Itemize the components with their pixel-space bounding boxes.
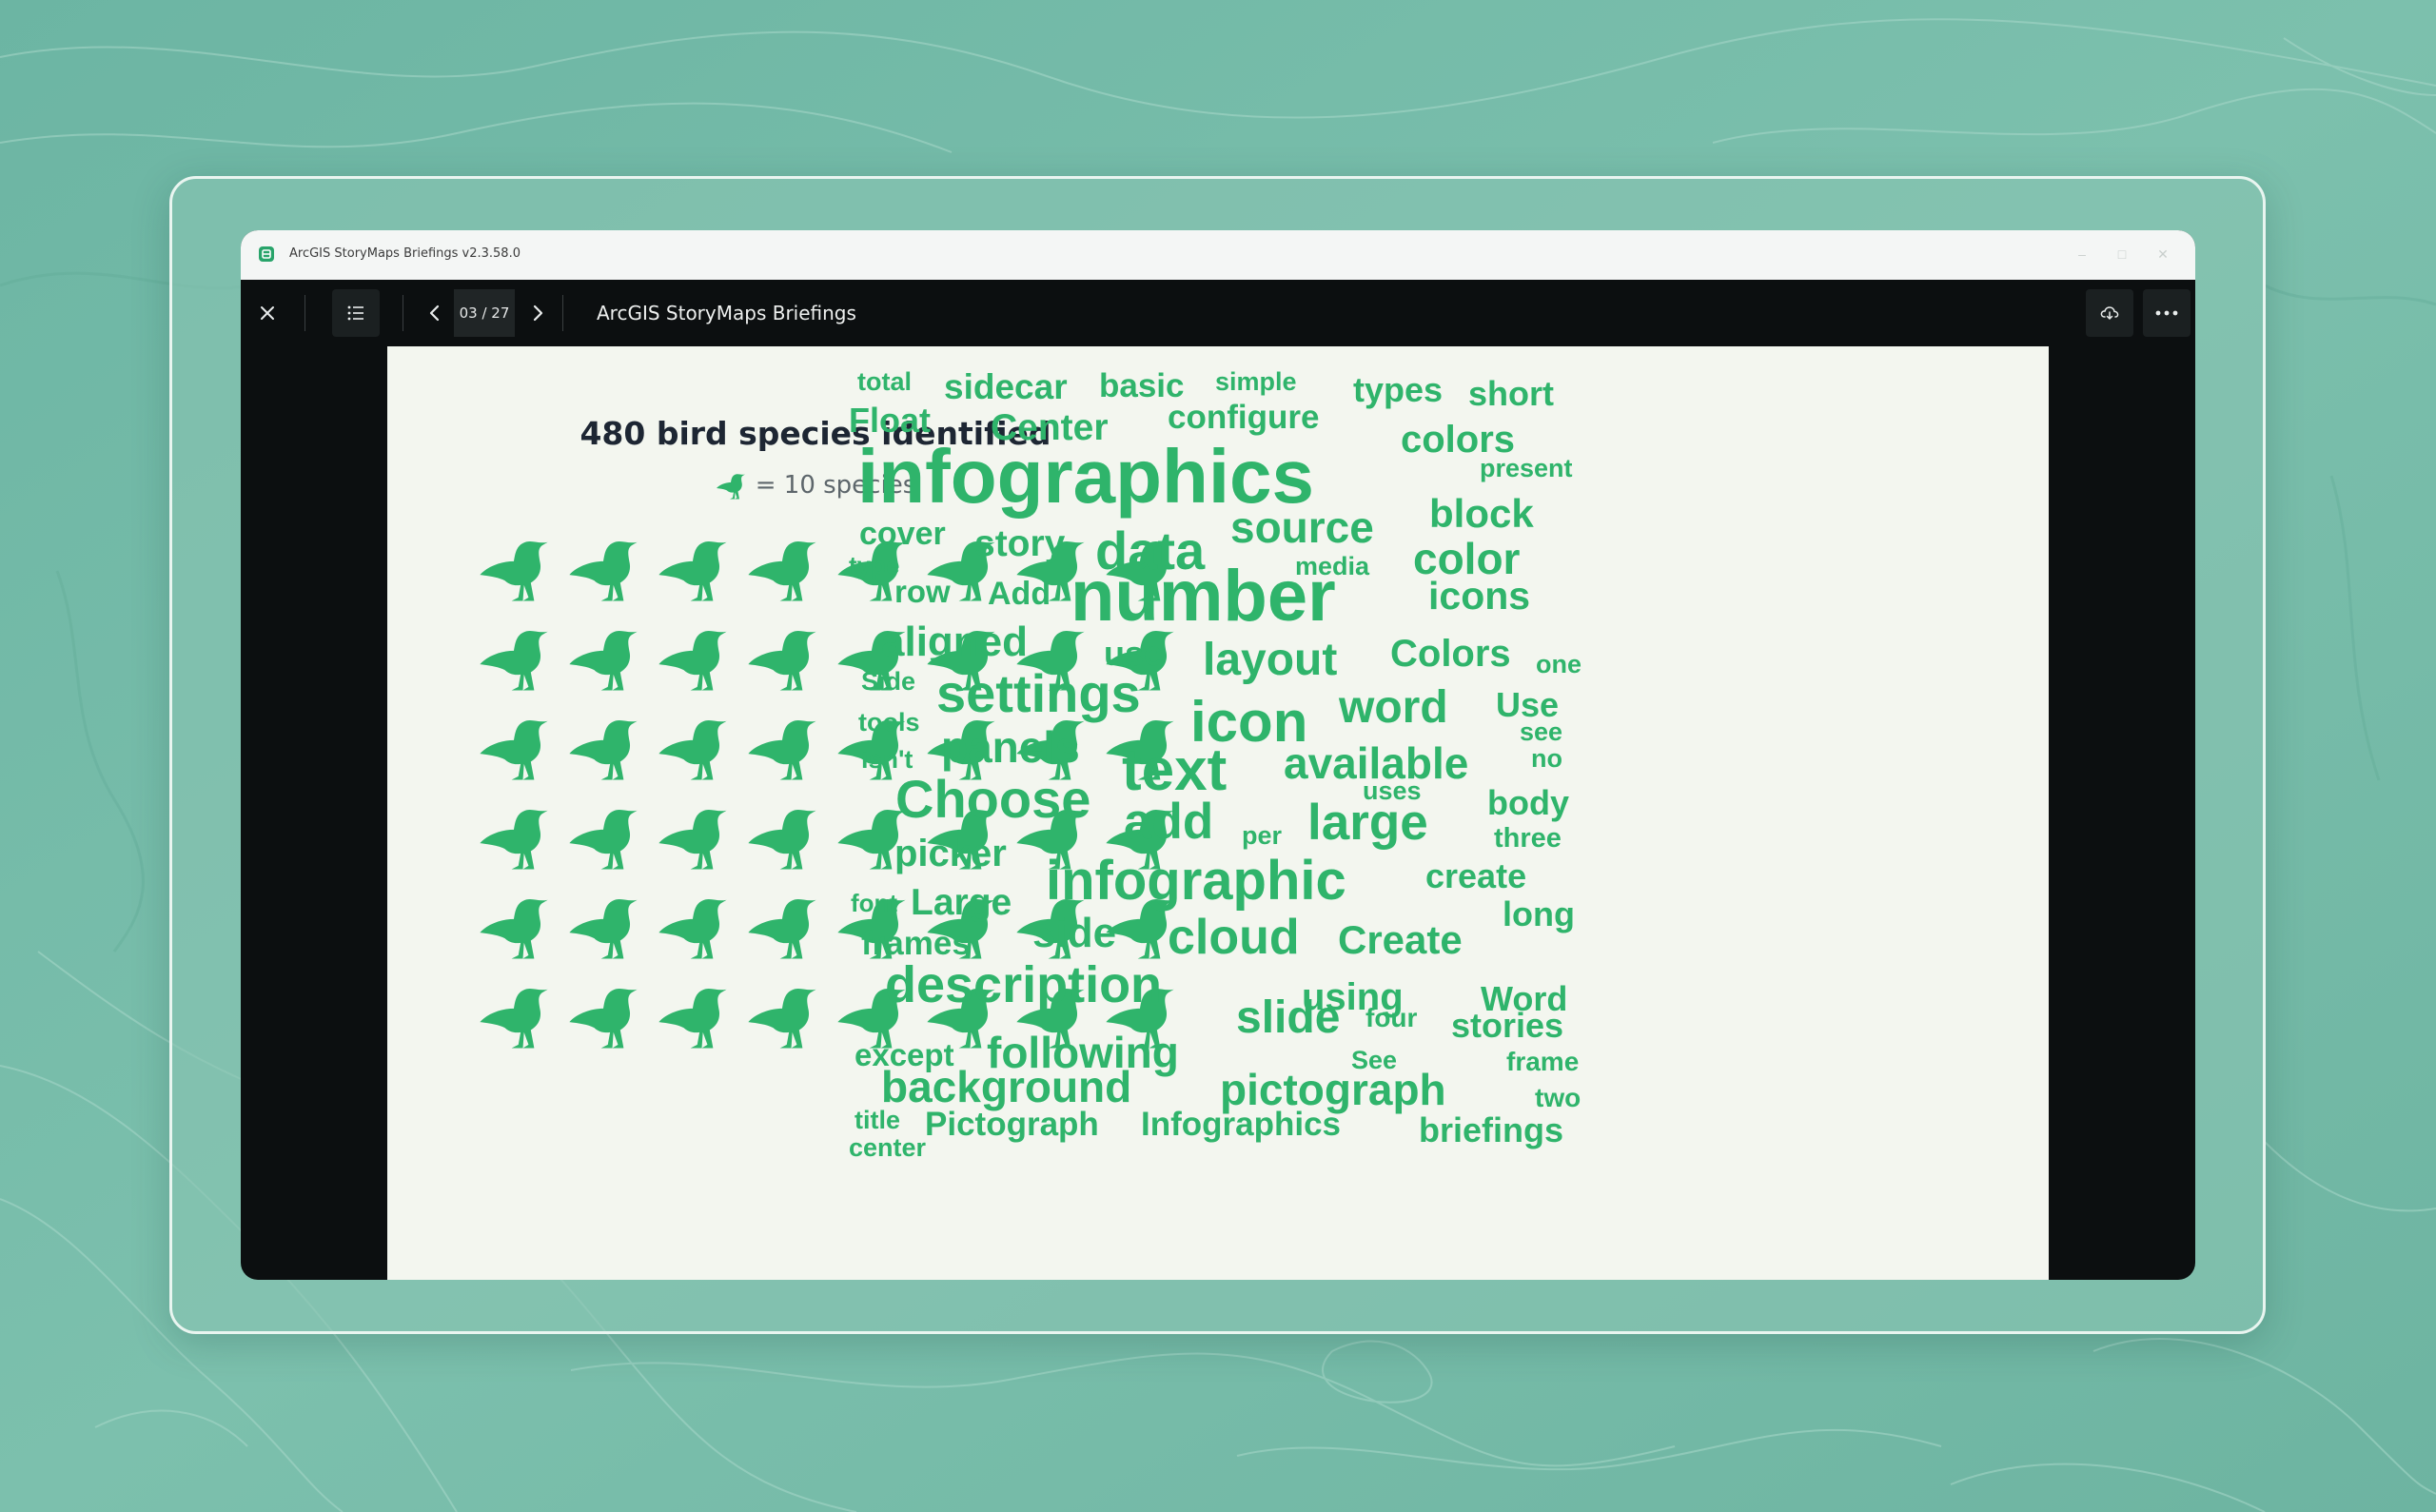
wordcloud-word: types xyxy=(1353,370,1444,409)
wordcloud-word: panels xyxy=(941,722,1080,772)
wordcloud-word: short xyxy=(1468,374,1554,413)
wordcloud-word: Side xyxy=(861,667,916,696)
wordcloud-word: three xyxy=(1494,823,1562,854)
wordcloud-word: no xyxy=(1531,744,1562,773)
document-title: ArcGIS StoryMaps Briefings xyxy=(597,302,856,324)
app-window: ArcGIS StoryMaps Briefings v2.3.58.0 – □… xyxy=(241,230,2195,1280)
wordcloud-word: basic xyxy=(1099,367,1185,404)
wordcloud-word: create xyxy=(1425,856,1527,895)
next-slide-button[interactable] xyxy=(517,289,559,337)
word-cloud: total sidecar basic simple types short Float Ce… xyxy=(387,346,2049,1280)
wordcloud-word: Create xyxy=(1338,917,1463,962)
wordcloud-word: infographic xyxy=(1046,850,1346,912)
wordcloud-word: background xyxy=(881,1062,1132,1111)
wordcloud-word: text xyxy=(1122,737,1228,803)
wordcloud-word: row xyxy=(894,574,951,609)
wordcloud-word: configure xyxy=(1168,399,1320,436)
chevron-right-icon xyxy=(533,304,543,322)
toolbar-divider xyxy=(304,295,305,331)
chevron-left-icon xyxy=(429,304,440,322)
wordcloud-word: center xyxy=(849,1133,927,1162)
title-bar: ArcGIS StoryMaps Briefings v2.3.58.0 – □… xyxy=(241,230,2195,281)
wordcloud-word: body xyxy=(1487,783,1569,822)
wordcloud-word: add xyxy=(1124,794,1214,850)
close-button[interactable] xyxy=(244,289,291,337)
wordcloud-word: Choose xyxy=(895,769,1091,829)
wordcloud-word: total xyxy=(857,367,912,396)
wordcloud-word: block xyxy=(1429,491,1534,536)
page-counter: 03 / 27 xyxy=(454,289,515,337)
storymaps-app-icon xyxy=(259,246,274,262)
wordcloud-word: Colors xyxy=(1390,633,1511,675)
wordcloud-word: source xyxy=(1230,502,1374,552)
wordcloud-word: two xyxy=(1535,1083,1581,1112)
download-button[interactable] xyxy=(2086,289,2133,337)
wordcloud-word: slide xyxy=(1236,992,1341,1043)
wordcloud-word: font xyxy=(851,889,898,917)
wordcloud-word: layout xyxy=(1203,635,1338,685)
previous-slide-button[interactable] xyxy=(418,289,452,337)
maximize-icon[interactable]: □ xyxy=(2108,242,2136,266)
wordcloud-word: colors xyxy=(1401,419,1516,461)
wordcloud-word: story xyxy=(974,523,1066,564)
wordcloud-word: see xyxy=(1520,717,1563,746)
more-options-button[interactable] xyxy=(2143,289,2190,337)
minimize-icon[interactable]: – xyxy=(2068,242,2096,266)
wordcloud-word: simple xyxy=(1215,367,1297,396)
wordcloud-word: briefings xyxy=(1419,1110,1564,1149)
more-horizontal-icon xyxy=(2155,310,2178,316)
wordcloud-word: long xyxy=(1503,894,1575,933)
wordcloud-word: description xyxy=(885,956,1163,1013)
wordcloud-word: word xyxy=(1339,682,1448,733)
toolbar-divider xyxy=(562,295,563,331)
slide-canvas: 480 bird species identified = 10 species… xyxy=(387,346,2049,1280)
wordcloud-word: Add xyxy=(988,576,1051,612)
wordcloud-word: Large xyxy=(911,882,1012,923)
wordcloud-word: title xyxy=(855,1106,901,1134)
list-icon xyxy=(347,305,363,321)
contents-button[interactable] xyxy=(332,289,380,337)
wordcloud-word: stories xyxy=(1451,1006,1564,1045)
wordcloud-word: large xyxy=(1307,795,1428,851)
wordcloud-word: frames xyxy=(861,925,971,962)
window-title: ArcGIS StoryMaps Briefings v2.3.58.0 xyxy=(289,246,521,261)
close-icon xyxy=(261,306,274,320)
wordcloud-word: picker xyxy=(894,833,1007,874)
wordcloud-word: cover xyxy=(859,516,946,552)
cloud-download-icon xyxy=(2100,306,2119,320)
wordcloud-word: number xyxy=(1071,556,1336,637)
wordcloud-word: cloud xyxy=(1168,910,1300,965)
wordcloud-word: side xyxy=(1032,910,1117,956)
wordcloud-word: type xyxy=(849,551,900,579)
wordcloud-word: Infographics xyxy=(1141,1106,1342,1143)
wordcloud-word: four xyxy=(1365,1003,1418,1032)
wordcloud-word: one xyxy=(1536,650,1582,678)
wordcloud-word: tools xyxy=(858,708,920,736)
wordcloud-word: present xyxy=(1480,454,1573,482)
wordcloud-word: frame xyxy=(1506,1047,1580,1076)
wordcloud-word: aligned xyxy=(881,619,1029,665)
window-close-icon[interactable]: ✕ xyxy=(2149,242,2177,266)
wordcloud-word: icons xyxy=(1428,574,1531,618)
wordcloud-word: settings xyxy=(936,663,1141,723)
wordcloud-word: Float xyxy=(849,401,931,440)
toolbar: 03 / 27 ArcGIS StoryMaps Briefings xyxy=(241,280,2195,346)
wordcloud-word: sidecar xyxy=(944,367,1068,406)
wordcloud-word: per xyxy=(1242,821,1283,850)
wordcloud-word: Pictograph xyxy=(925,1106,1099,1143)
